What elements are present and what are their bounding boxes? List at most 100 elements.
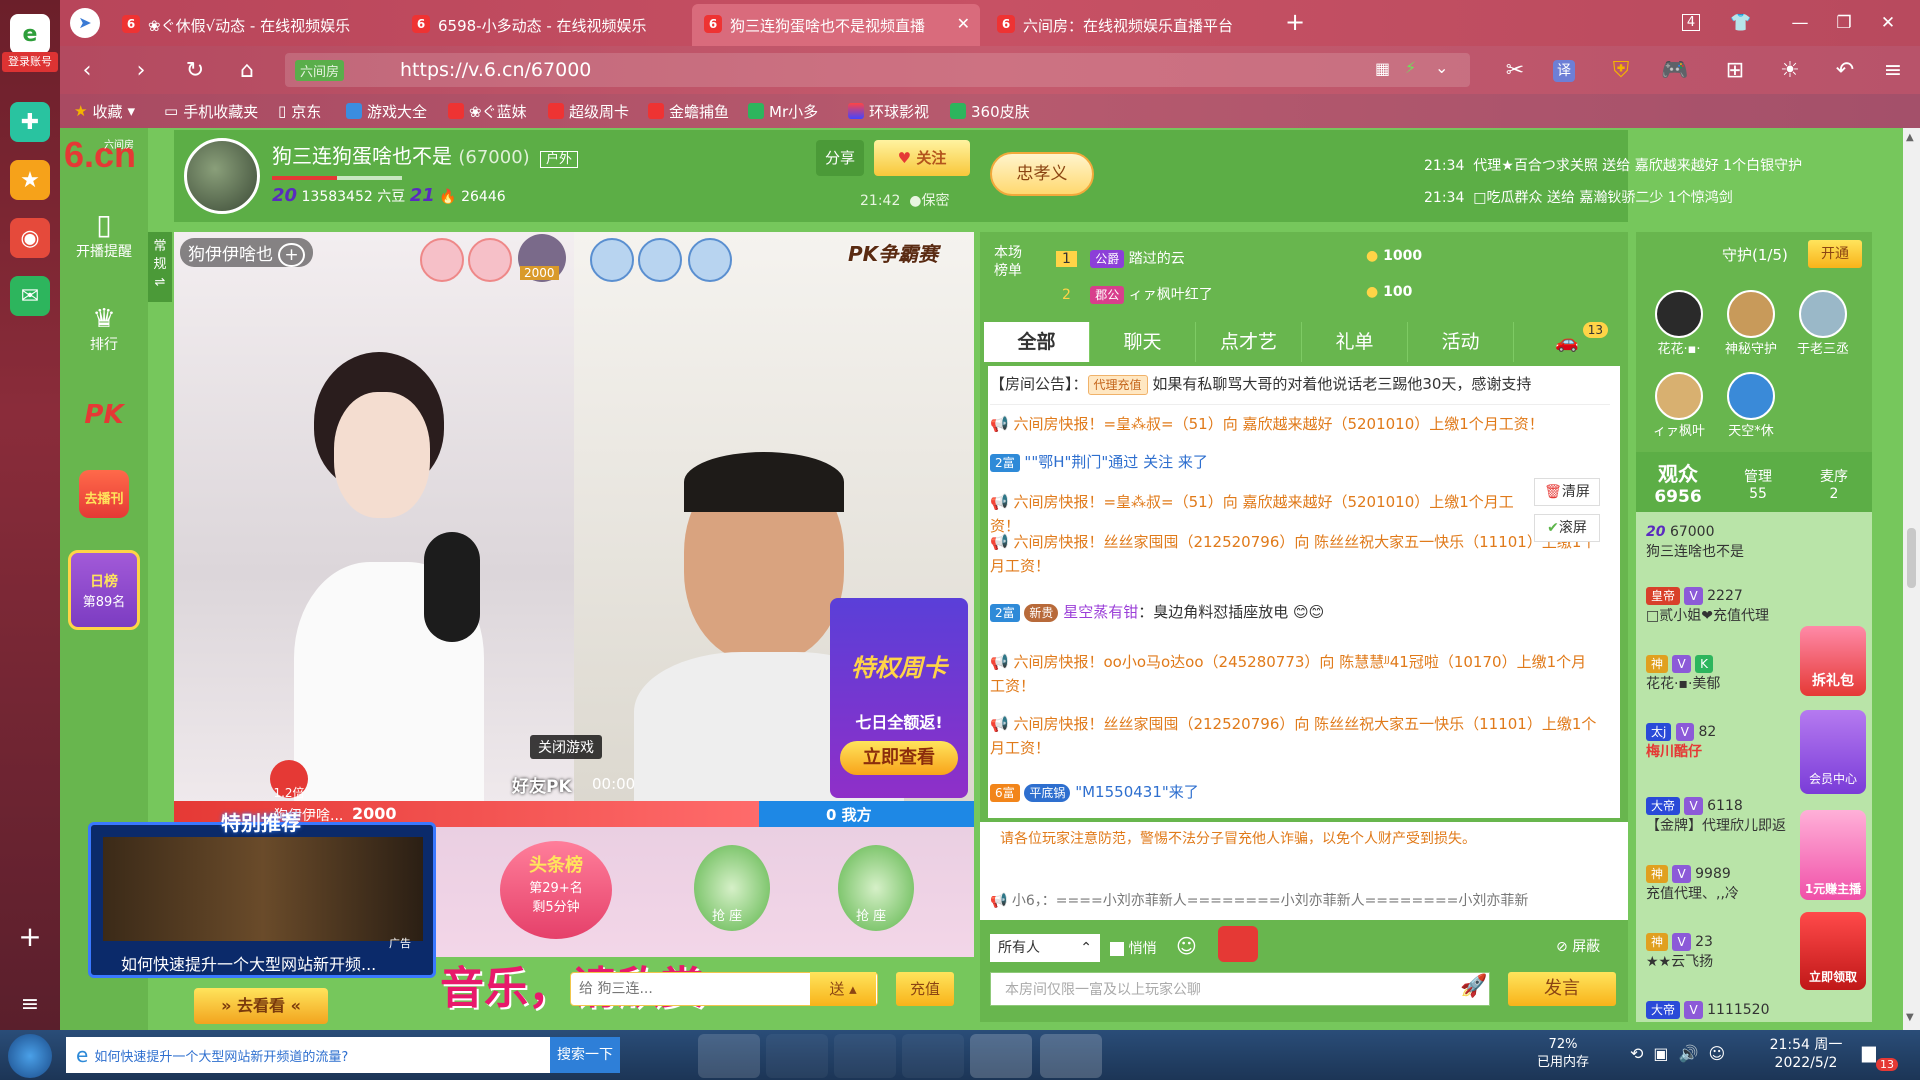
scroll-down-icon[interactable]: ▼ <box>1906 1012 1914 1023</box>
grid-apps-icon[interactable]: ⊞ <box>1720 56 1750 86</box>
game-controller-icon[interactable]: 🎮 <box>1660 56 1690 86</box>
chat-target-select[interactable]: 所有人 ⌃ <box>990 934 1100 962</box>
headline-badge[interactable]: 头条榜 第29+名 剩5分钟 <box>500 841 612 939</box>
back-icon[interactable]: ‹ <box>72 56 102 86</box>
add-app-icon[interactable]: + <box>10 916 50 956</box>
seat-slot[interactable]: 抢 座 <box>838 845 914 931</box>
scroll-up-icon[interactable]: ▲ <box>1906 132 1914 143</box>
user-name[interactable]: 星空蒸有钳 <box>1063 603 1138 621</box>
bookmark-skin[interactable]: 360皮肤 <box>950 100 1030 122</box>
ad-image[interactable] <box>103 837 423 941</box>
side-daily-rank[interactable]: 日榜 第89名 <box>66 550 142 630</box>
audience-item[interactable]: 皇帝 V 2227 □贰小姐❤充值代理 <box>1646 586 1846 626</box>
scroll-lock-button[interactable]: ✔滚屏 <box>1534 514 1600 542</box>
ad-go-button[interactable]: » 去看看 « <box>194 988 328 1024</box>
tab-events[interactable]: 活动 <box>1408 322 1514 362</box>
tab-2[interactable]: 6 6598-小多动态 - 在线视频娱乐 <box>400 4 688 46</box>
clear-screen-button[interactable]: 🗑清屏 <box>1534 478 1600 506</box>
promo-weekcard[interactable]: 特权周卡 七日全额返! 立即查看 <box>830 598 968 798</box>
guard-open-button[interactable]: 开通 <box>1808 240 1862 268</box>
login-account-button[interactable]: 登录账号 <box>2 52 58 72</box>
tab-mic-queue[interactable]: 麦序 2 <box>1796 466 1872 502</box>
bookmark-movies[interactable]: 环球影视 <box>848 100 929 122</box>
tab-4[interactable]: 6 六间房：在线视频娱乐直播平台 <box>985 4 1275 46</box>
bookmark-jd[interactable]: ▯ 京东 <box>278 100 321 122</box>
reload-icon[interactable]: ↻ <box>180 56 210 86</box>
shirt-skin-icon[interactable]: 👕 <box>1723 8 1759 38</box>
promo-gift-pack[interactable]: 拆礼包 <box>1800 626 1866 696</box>
follow-button[interactable]: ♥ 关注 <box>874 140 970 176</box>
bookmark-favorites[interactable]: ★ 收藏 ▾ <box>74 100 135 122</box>
rank-row-2[interactable]: 2 郡公 ィァ枫叶红了 <box>1056 284 1213 304</box>
translate-icon[interactable]: 译 <box>1553 60 1575 82</box>
close-window-icon[interactable]: ✕ <box>1870 8 1906 38</box>
tab-talent[interactable]: 点才艺 <box>1196 322 1302 362</box>
tab-chat[interactable]: 聊天 <box>1090 322 1196 362</box>
restore-icon[interactable]: ❐ <box>1826 8 1862 38</box>
clock[interactable]: 21:54 周一 2022/5/2 <box>1756 1036 1856 1072</box>
guard-member[interactable]: 花花·▪· <box>1652 290 1706 357</box>
tab-car[interactable]: 🚗 13 <box>1514 322 1620 362</box>
taskbar-ie-icon[interactable] <box>766 1034 828 1078</box>
notification-icon[interactable]: ▆ <box>1862 1042 1876 1063</box>
seat-sofa-icon[interactable] <box>420 238 464 282</box>
lightning-icon[interactable]: ⚡ <box>1405 58 1416 77</box>
seat-slot[interactable]: 抢 座 <box>694 845 770 931</box>
promo-button[interactable]: 立即查看 <box>840 741 958 775</box>
ad-popup[interactable]: 特别推荐 广告 如何快速提升一个大型网站新开频... <box>88 811 436 978</box>
side-reminder[interactable]: ▯ 开播提醒 <box>66 208 142 261</box>
memory-usage[interactable]: 72% 已用内存 <box>1528 1036 1598 1072</box>
recharge-button[interactable]: 充值 <box>896 972 954 1006</box>
tray-icons[interactable]: ⟲▣🔊☺ <box>1630 1044 1735 1063</box>
bookmark-mobile[interactable]: ▭ 手机收藏夹 <box>164 100 258 122</box>
tab-audience[interactable]: 观众 6956 <box>1640 458 1716 507</box>
weibo-icon[interactable]: ◉ <box>10 218 50 258</box>
site-logo[interactable]: 6.cn 六间房 <box>64 134 148 180</box>
mail-icon[interactable]: ✉ <box>10 276 50 316</box>
plus-app-icon[interactable]: ✚ <box>10 102 50 142</box>
mode-toggle[interactable]: 常规 ⇌ <box>148 232 172 302</box>
chevron-down-icon[interactable]: ⌄ <box>1435 58 1448 77</box>
close-game-button[interactable]: 关闭游戏 <box>530 735 602 759</box>
location-arrow-icon[interactable]: ➤ <box>70 8 100 38</box>
bookmark-mrxiaoduo[interactable]: Mr小多 <box>748 100 818 122</box>
shield-icon[interactable]: ⛨ <box>1606 56 1636 86</box>
emoji-icon[interactable]: ☺ <box>1176 934 1197 958</box>
benefit-icon[interactable] <box>1218 926 1258 962</box>
seat-sofa-icon[interactable] <box>688 238 732 282</box>
ad-caption[interactable]: 如何快速提升一个大型网站新开频... <box>121 951 376 975</box>
promo-claim[interactable]: 立即领取 <box>1800 912 1866 990</box>
tab-all[interactable]: 全部 <box>984 322 1090 362</box>
audience-item[interactable]: 大帝 V 1111520 <box>1646 1000 1846 1020</box>
side-broadcast[interactable]: 去播刊 <box>66 470 142 518</box>
tab-active[interactable]: 6 狗三连狗蛋啥也不是视频直播 ✕ <box>692 4 980 46</box>
browser-logo-icon[interactable]: e <box>10 14 50 54</box>
url-bar[interactable]: 六间房 https://v.6.cn/67000 ▦ ⚡ ⌄ <box>285 53 1470 87</box>
seat-sofa-icon[interactable] <box>468 238 512 282</box>
video-left-stream[interactable] <box>174 232 574 802</box>
new-tab-button[interactable]: + <box>1280 8 1310 38</box>
side-pk[interactable]: PK <box>66 400 142 430</box>
page-scrollbar[interactable]: ▲ ▼ <box>1903 128 1920 1030</box>
menu-list-icon[interactable]: ≡ <box>10 984 50 1024</box>
search-button[interactable]: 搜索一下 <box>550 1037 620 1073</box>
tab-1[interactable]: 6 ❀ぐ休假√动态 - 在线视频娱乐 <box>110 4 398 46</box>
scroll-thumb[interactable] <box>1907 528 1916 588</box>
qr-icon[interactable]: ▦ <box>1375 59 1390 78</box>
streamer-tag[interactable]: 狗伊伊啥也 + <box>180 238 313 267</box>
tab-gifts[interactable]: 礼单 <box>1302 322 1408 362</box>
bookmark-lanmei[interactable]: ❀ぐ蓝妹 <box>448 100 527 122</box>
share-button[interactable]: 分享 <box>816 140 864 176</box>
tab-admins[interactable]: 管理 55 <box>1720 466 1796 502</box>
seat-sofa-icon[interactable] <box>590 238 634 282</box>
promo-earn[interactable]: 1元赚主播 <box>1800 810 1866 900</box>
close-tab-icon[interactable]: ✕ <box>957 14 970 33</box>
rank-row-1[interactable]: 1 公爵 踏过的云 <box>1056 248 1185 268</box>
whisper-toggle[interactable]: 悄悄 <box>1110 938 1156 958</box>
undo-icon[interactable]: ↶ <box>1830 56 1860 86</box>
clan-badge[interactable]: 忠孝义 <box>990 152 1094 196</box>
taskbar-app-icon[interactable] <box>1040 1034 1102 1078</box>
taskbar-search[interactable]: e 如何快速提升一个大型网站新开频道的流量? 搜索一下 <box>66 1037 620 1073</box>
bookmark-weekcard[interactable]: 超级周卡 <box>548 100 629 122</box>
forward-icon[interactable]: › <box>126 56 156 86</box>
